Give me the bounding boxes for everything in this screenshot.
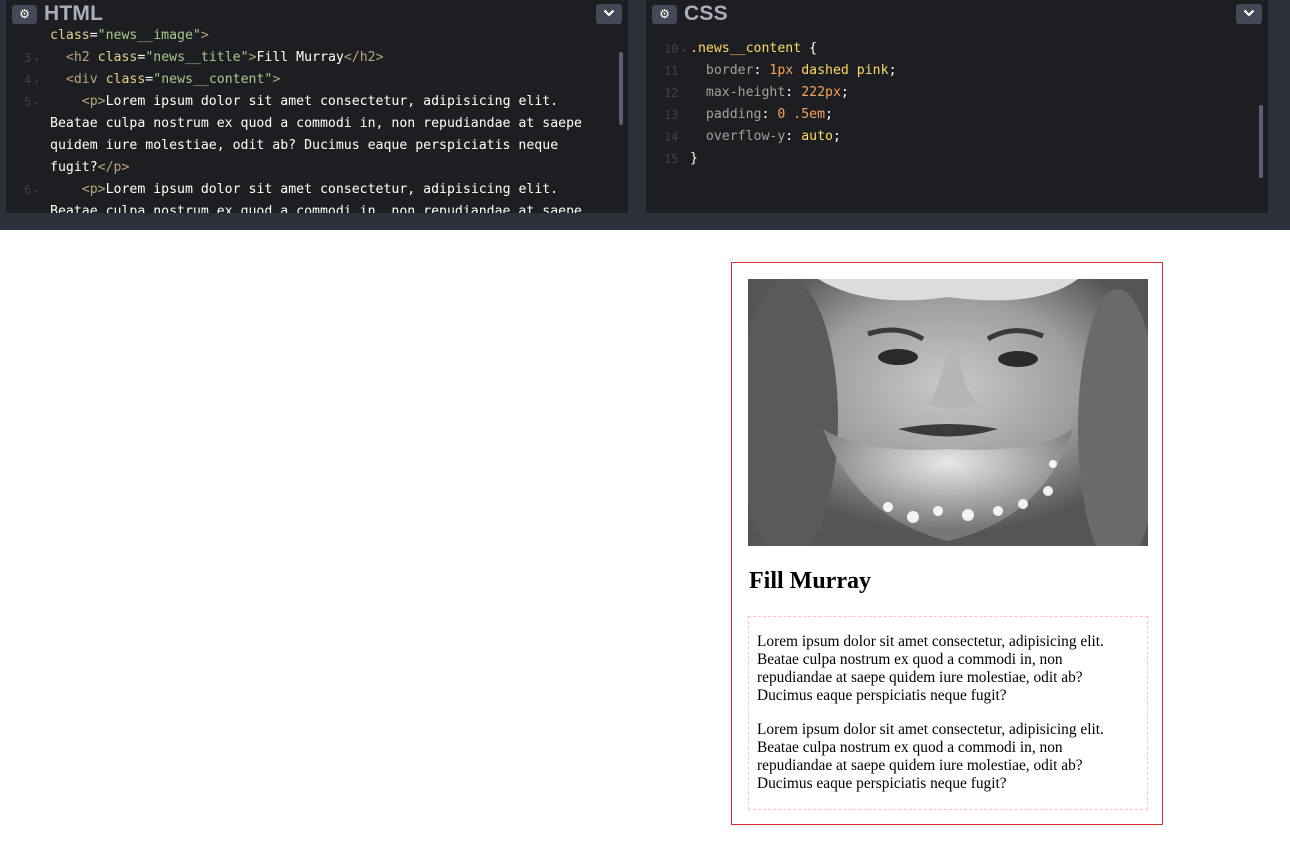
news-card: Fill Murray Lorem ipsum dolor sit amet c… xyxy=(731,262,1163,825)
code-line: padding: 0 .5em; xyxy=(705,107,833,122)
code-line: quidem iure molestiae, odit ab? Ducimus … xyxy=(50,138,559,153)
html-pane-title: HTML xyxy=(44,2,104,25)
line-number: 6 ▾ xyxy=(24,183,40,197)
html-pane-header: ⚙ HTML xyxy=(6,0,628,29)
fold-arrow-icon[interactable]: ▾ xyxy=(34,77,39,86)
line-number: 3 ▾ xyxy=(24,51,40,65)
html-editor-pane[interactable]: ⚙ HTML class="news__image"> 3 ▾ <h2 class=… xyxy=(6,0,628,213)
line-number: 5 ▾ xyxy=(24,95,40,109)
news-title: Fill Murray xyxy=(749,568,871,594)
gear-icon[interactable]: ⚙ xyxy=(652,5,677,24)
code-line: <p>Lorem ipsum dolor sit amet consectetu… xyxy=(81,182,559,197)
news-image xyxy=(748,279,1148,546)
news-paragraph: Lorem ipsum dolor sit amet consectetur, … xyxy=(757,721,1104,792)
chevron-down-icon[interactable] xyxy=(596,4,622,24)
fold-arrow-icon[interactable]: ▾ xyxy=(34,55,39,64)
code-line: max-height: 222px; xyxy=(705,85,849,100)
news-paragraph: Lorem ipsum dolor sit amet consectetur, … xyxy=(757,633,1104,704)
line-number: 13 xyxy=(664,108,679,122)
code-line: Beatae culpa nostrum ex quod a commodi i… xyxy=(50,116,582,131)
code-line: <p>Lorem ipsum dolor sit amet consectetu… xyxy=(81,94,559,109)
html-editor-scrollbar[interactable] xyxy=(619,52,623,125)
css-pane-title: CSS xyxy=(684,2,728,25)
css-editor-pane[interactable]: ⚙ CSS 10 ▾ .news__content { 11 border: 1px … xyxy=(646,0,1268,213)
line-number: 11 xyxy=(664,64,679,78)
code-line: <div class="news__content"> xyxy=(65,72,281,87)
editor-area: ⚙ HTML class="news__image"> 3 ▾ <h2 class=… xyxy=(0,0,1290,230)
code-line: Beatae culpa nostrum ex quod a commodi i… xyxy=(50,204,582,213)
fold-arrow-icon[interactable]: ▾ xyxy=(34,187,39,196)
code-line: } xyxy=(690,151,698,166)
code-line: border: 1px dashed pink; xyxy=(705,63,897,78)
line-number: 12 xyxy=(664,86,679,100)
line-number: 15 xyxy=(664,152,679,166)
html-code-editor[interactable]: class="news__image"> 3 ▾ <h2 class="news__… xyxy=(6,28,628,213)
chevron-down-icon[interactable] xyxy=(1236,4,1262,24)
fold-arrow-icon[interactable]: ▾ xyxy=(34,99,39,108)
line-number: 10 ▾ xyxy=(664,42,687,56)
fold-arrow-icon[interactable]: ▾ xyxy=(681,46,686,55)
code-line: <h2 class="news__title">Fill Murray</h2> xyxy=(65,50,384,65)
code-line: fugit?</p> xyxy=(50,160,130,175)
code-line: .news__content { xyxy=(690,41,818,56)
css-code-editor[interactable]: 10 ▾ .news__content { 11 border: 1px dashed… xyxy=(646,29,1268,213)
portrait-photo xyxy=(748,279,1148,546)
css-editor-scrollbar[interactable] xyxy=(1259,105,1263,178)
line-number: 4 ▾ xyxy=(24,73,40,87)
code-line: overflow-y: auto; xyxy=(705,129,841,144)
line-number: 14 xyxy=(664,130,679,144)
css-pane-header: ⚙ CSS xyxy=(646,0,1268,29)
news-content[interactable]: Lorem ipsum dolor sit amet consectetur, … xyxy=(748,616,1148,810)
gear-icon[interactable]: ⚙ xyxy=(12,5,37,24)
